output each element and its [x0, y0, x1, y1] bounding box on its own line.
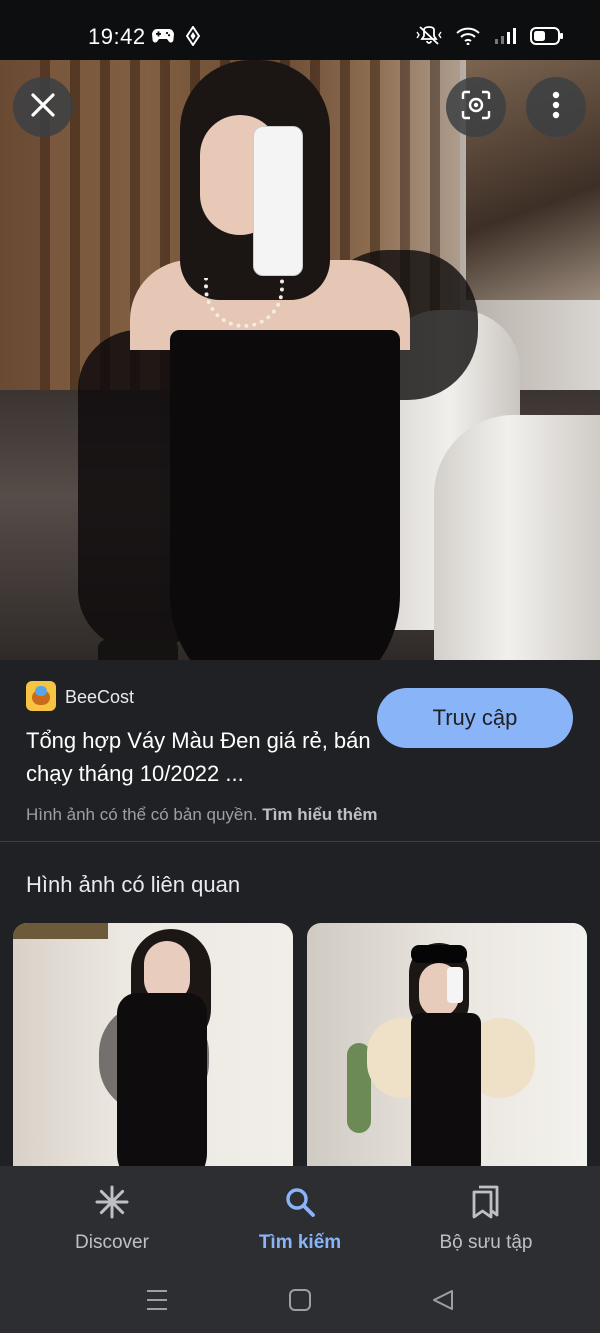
close-icon — [30, 92, 56, 123]
wifi-icon — [456, 27, 480, 45]
status-bar: 19:42 — [0, 0, 600, 60]
bottom-navigation: Discover Tìm kiếm Bộ sưu tập — [0, 1166, 600, 1266]
related-image-1[interactable] — [13, 923, 293, 1183]
search-icon — [284, 1184, 316, 1220]
asterisk-icon — [95, 1184, 129, 1220]
nav-search[interactable]: Tìm kiếm — [240, 1166, 360, 1266]
home-square-icon — [288, 1288, 312, 1317]
related-images-heading: Hình ảnh có liên quan — [26, 872, 241, 897]
back-triangle-icon — [431, 1288, 455, 1317]
more-vert-icon — [552, 91, 560, 124]
close-button[interactable] — [13, 77, 73, 137]
mute-icon — [416, 26, 442, 46]
home-button[interactable] — [280, 1282, 320, 1322]
signal-icon — [494, 27, 516, 45]
nav-discover[interactable]: Discover — [52, 1166, 172, 1266]
more-options-button[interactable] — [526, 77, 586, 137]
recent-apps-button[interactable] — [137, 1282, 177, 1322]
related-image-2[interactable] — [307, 923, 587, 1183]
nav-collections-label: Bộ sưu tập — [439, 1232, 533, 1253]
menu-icon — [145, 1289, 169, 1316]
nav-discover-label: Discover — [75, 1232, 149, 1253]
result-title[interactable]: Tổng hợp Váy Màu Đen giá rẻ, bán chạy th… — [26, 724, 371, 790]
source-name: BeeCost — [65, 687, 135, 707]
copyright-notice: Hình ảnh có thể có bản quyền. Tìm hiểu t… — [26, 805, 378, 825]
diamond-icon — [186, 26, 200, 46]
battery-icon — [530, 27, 564, 45]
status-time: 19:42 — [88, 24, 146, 49]
nav-collections[interactable]: Bộ sưu tập — [418, 1166, 554, 1266]
bookmark-icon — [471, 1184, 501, 1220]
copyright-text: Hình ảnh có thể có bản quyền. — [26, 805, 258, 824]
visit-button[interactable]: Truy cập — [377, 688, 573, 748]
system-navigation-bar — [0, 1266, 600, 1333]
gamepad-icon — [152, 28, 174, 44]
main-image[interactable] — [0, 60, 600, 660]
learn-more-link[interactable]: Tìm hiểu thêm — [262, 805, 377, 824]
lens-icon — [461, 90, 491, 125]
source-logo — [26, 681, 56, 711]
lens-button[interactable] — [446, 77, 506, 137]
nav-search-label: Tìm kiếm — [258, 1232, 342, 1253]
back-button[interactable] — [423, 1282, 463, 1322]
